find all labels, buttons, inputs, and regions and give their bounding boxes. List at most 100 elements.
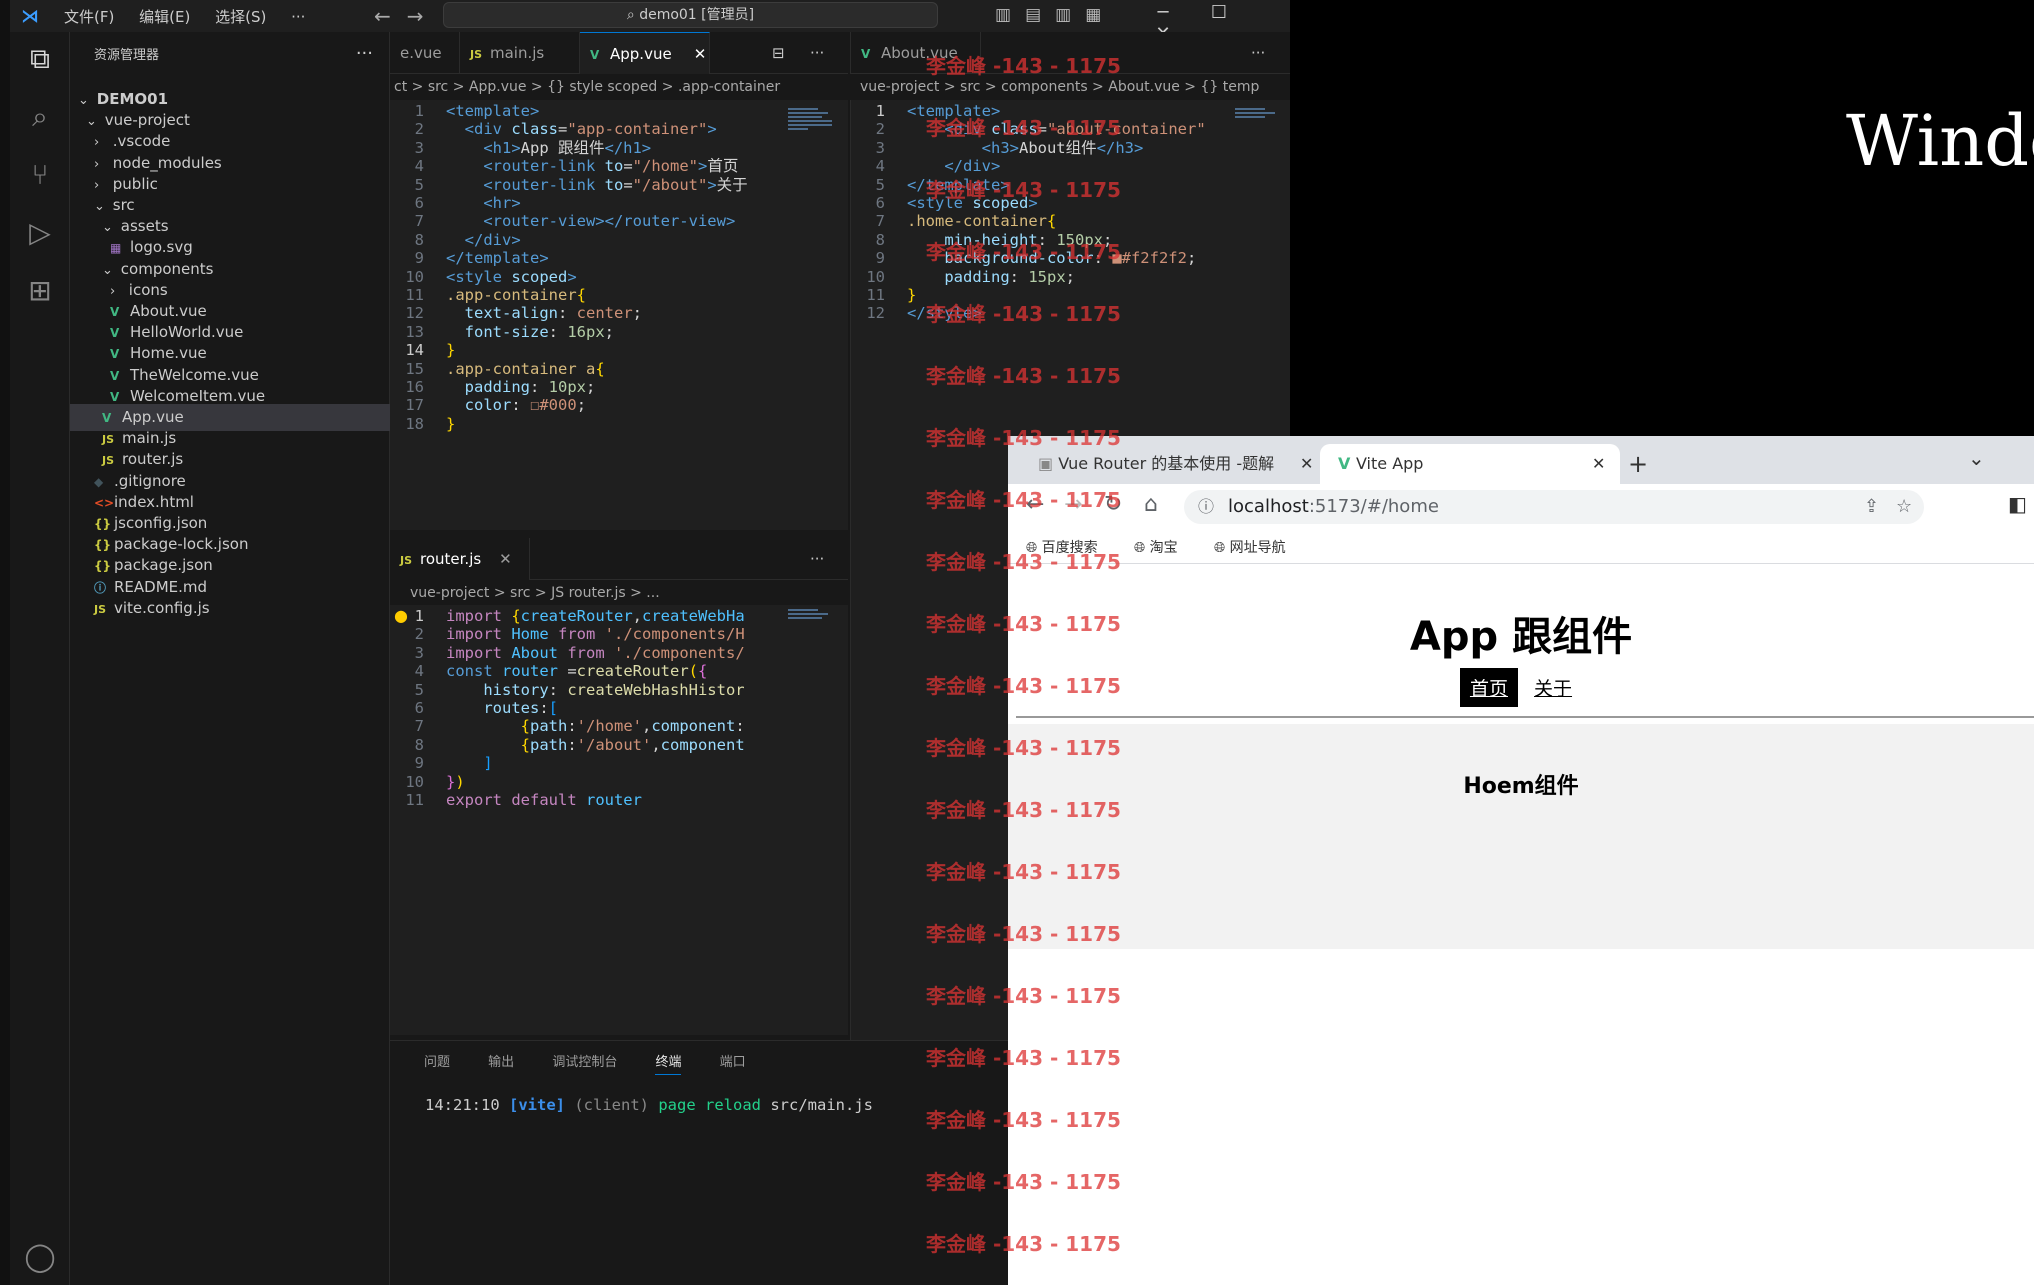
code-token: } bbox=[446, 341, 456, 360]
tree-item-label: main.js bbox=[122, 429, 177, 448]
toggle-secondary-sidebar-icon[interactable]: ▥ bbox=[1055, 5, 1085, 25]
menu-selection[interactable]: 选择(S) bbox=[215, 8, 266, 26]
editor-more-icon[interactable]: ··· bbox=[800, 538, 834, 580]
new-tab-button[interactable]: + bbox=[1628, 444, 1648, 484]
extensions-icon[interactable]: ⊞ bbox=[10, 274, 70, 307]
editor-more-icon[interactable]: ··· bbox=[800, 32, 834, 74]
code-token: } bbox=[446, 414, 456, 433]
tab-ports[interactable]: 端口 bbox=[720, 1051, 746, 1070]
code-token: </div> bbox=[944, 157, 1001, 176]
tab-router-js[interactable]: JS router.js ✕ bbox=[390, 538, 530, 580]
code-token: <router-view></router-view> bbox=[483, 212, 736, 231]
nav-link-home[interactable]: 首页 bbox=[1459, 668, 1518, 707]
back-icon[interactable]: ← bbox=[1026, 492, 1044, 517]
back-arrow-icon[interactable]: ← bbox=[374, 4, 391, 28]
tab-terminal[interactable]: 终端 bbox=[655, 1051, 682, 1075]
code-token: routes bbox=[483, 699, 540, 717]
tab-search-icon[interactable]: ⌄ bbox=[1968, 438, 1985, 478]
browser-tab-vue-router[interactable]: ▣ Vue Router 的基本使用 -题解 ✕ bbox=[1018, 444, 1318, 484]
toggle-panel-icon[interactable]: ▤ bbox=[1025, 5, 1055, 25]
browser-tab-vite-app[interactable]: V Vite App ✕ bbox=[1320, 444, 1620, 484]
tree-file[interactable]: JS vite.config.js bbox=[70, 595, 390, 622]
terminal-time: 14:21:10 bbox=[425, 1096, 500, 1114]
run-debug-icon[interactable]: ▷ bbox=[10, 216, 70, 249]
code-token: '/home' bbox=[576, 717, 642, 736]
code-token: <h1> bbox=[483, 138, 521, 157]
site-info-icon[interactable]: ⓘ bbox=[1198, 490, 1214, 524]
code-token: > bbox=[707, 175, 717, 194]
menu-edit[interactable]: 编辑(E) bbox=[139, 8, 190, 26]
tree-item-label: icons bbox=[128, 280, 168, 299]
menu-more[interactable]: ··· bbox=[291, 8, 305, 26]
tab-about-vue[interactable]: V About.vue bbox=[851, 32, 981, 74]
breadcrumb[interactable]: vue-project > src > components > About.v… bbox=[860, 74, 1290, 100]
minimap[interactable] bbox=[788, 100, 848, 530]
explorer-more-icon[interactable]: ··· bbox=[356, 43, 373, 64]
code-token: { bbox=[511, 607, 521, 625]
code-token: <h3> bbox=[981, 138, 1019, 157]
code-token: About bbox=[511, 643, 568, 662]
tree-item-label: vite.config.js bbox=[114, 598, 210, 617]
maximize-icon[interactable]: ☐ bbox=[1191, 2, 1247, 23]
forward-arrow-icon[interactable]: → bbox=[407, 4, 424, 28]
editor-router-js[interactable]: 1 import {createRouter,createWebHa 2 import… bbox=[390, 605, 788, 1035]
tab-label: router.js bbox=[420, 550, 482, 568]
minimize-icon[interactable]: ─ bbox=[1135, 2, 1191, 23]
terminal-output[interactable]: 14:21:10 [vite] (client) page reload src… bbox=[425, 1096, 873, 1114]
code-token: component bbox=[651, 717, 736, 736]
explorer-header: 资源管理器 ··· bbox=[70, 32, 389, 74]
code-token: 16px bbox=[567, 322, 605, 341]
code-token: <template> bbox=[446, 102, 540, 120]
code-token: </template> bbox=[907, 175, 1010, 194]
code-token: { bbox=[520, 735, 530, 754]
command-center[interactable]: ⌕ demo01 [管理员] bbox=[443, 2, 938, 28]
tab-label: main.js bbox=[490, 44, 545, 62]
code-token: scoped bbox=[972, 194, 1029, 212]
explorer-icon[interactable]: ⧉ bbox=[10, 42, 70, 76]
close-tab-icon[interactable]: ✕ bbox=[499, 550, 512, 568]
bookmark-baidu[interactable]: 🌐︎ 百度搜索 bbox=[1026, 537, 1098, 557]
menu-file[interactable]: 文件(F) bbox=[64, 8, 114, 26]
tab-app-vue[interactable]: V App.vue ✕ bbox=[580, 32, 710, 74]
divider bbox=[1016, 716, 2034, 718]
editor-app-vue[interactable]: 1 <template> 2 <div class="app-container">… bbox=[390, 100, 788, 530]
source-control-icon[interactable]: ⑂ bbox=[10, 158, 70, 191]
lightbulb-icon[interactable]: ● bbox=[394, 606, 408, 625]
bookmark-star-icon[interactable]: ☆ bbox=[1896, 490, 1912, 524]
breadcrumb[interactable]: vue-project > src > JS router.js > ... bbox=[410, 580, 848, 606]
reload-icon[interactable]: ↻ bbox=[1104, 492, 1122, 517]
close-tab-icon[interactable]: ✕ bbox=[694, 45, 707, 63]
tab-problems[interactable]: 问题 bbox=[424, 1051, 450, 1070]
account-icon[interactable]: ◯ bbox=[10, 1240, 70, 1273]
close-tab-icon[interactable]: ✕ bbox=[1300, 444, 1313, 484]
tab-e-vue[interactable]: e.vue bbox=[390, 32, 460, 74]
customize-layout-icon[interactable]: ▦ bbox=[1085, 5, 1115, 25]
search-icon[interactable]: ⌕ bbox=[10, 100, 70, 134]
bookmark-taobao[interactable]: 🌐︎ 淘宝 bbox=[1134, 537, 1178, 557]
code-token: 关于 bbox=[716, 175, 748, 194]
home-icon[interactable]: ⌂ bbox=[1144, 492, 1158, 517]
address-bar[interactable]: ⓘ localhost:5173/#/home ⇪ ☆ bbox=[1184, 490, 1924, 524]
toggle-sidebar-icon[interactable]: ▥ bbox=[995, 5, 1025, 25]
split-editor-icon[interactable]: ⊟ bbox=[762, 32, 795, 74]
nav-link-about[interactable]: 关于 bbox=[1524, 668, 1582, 707]
close-tab-icon[interactable]: ✕ bbox=[1592, 444, 1605, 484]
minimap[interactable] bbox=[788, 605, 848, 1035]
tab-label: About.vue bbox=[881, 44, 958, 62]
side-panel-icon[interactable]: ◧ bbox=[2008, 492, 2027, 516]
bookmark-nav[interactable]: 🌐︎ 网址导航 bbox=[1214, 537, 1286, 557]
forward-icon[interactable]: → bbox=[1064, 492, 1082, 517]
tab-main-js[interactable]: JS main.js bbox=[460, 32, 580, 74]
breadcrumb[interactable]: ct > src > App.vue > {} style scoped > .… bbox=[390, 74, 848, 100]
tab-debug-console[interactable]: 调试控制台 bbox=[552, 1051, 617, 1070]
globe-icon: 🌐︎ bbox=[1214, 540, 1230, 556]
tab-output[interactable]: 输出 bbox=[488, 1051, 514, 1070]
code-token: </h1> bbox=[604, 138, 652, 157]
editor-more-icon[interactable]: ··· bbox=[1241, 32, 1275, 74]
share-icon[interactable]: ⇪ bbox=[1864, 490, 1879, 524]
